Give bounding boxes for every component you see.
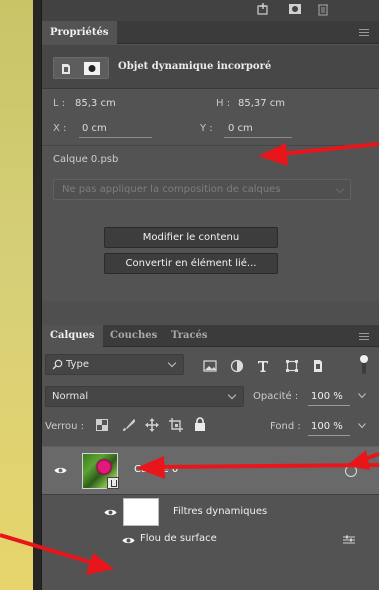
tab-paths[interactable]: Tracés (163, 325, 216, 347)
layers-panel: Calques Couches Tracés Type Normal Opaci… (42, 325, 379, 590)
smart-object-header: Objet dynamique incorporé (42, 45, 379, 89)
filter-kind-select[interactable]: Type (45, 354, 184, 375)
smart-object-type: Objet dynamique incorporé (118, 61, 272, 72)
lock-position-icon[interactable] (145, 418, 159, 432)
x-underline (79, 137, 152, 138)
filter-mask-thumbnail[interactable] (123, 498, 159, 526)
layers-tabbar: Calques Couches Tracés (42, 325, 379, 347)
trash-icon[interactable] (316, 2, 330, 16)
filter-row-surface-blur[interactable]: Flou de surface (42, 528, 379, 552)
smart-object-badge-icon (107, 477, 119, 489)
blend-mode-select[interactable]: Normal (45, 386, 244, 407)
smart-filters-label: Filtres dynamiques (173, 506, 268, 517)
file-name: Calque 0.psb (53, 154, 119, 165)
convert-linked-button[interactable]: Convertir en élément lié... (104, 253, 278, 274)
image-filter-icon[interactable] (203, 359, 217, 373)
opacity-label: Opacité : (253, 391, 299, 402)
width-value[interactable]: 85,3 cm (75, 98, 116, 109)
opacity-underline (308, 405, 350, 406)
dock-edge-strip (33, 0, 42, 590)
chevron-down-icon (227, 390, 237, 400)
lock-transparent-pixels-icon[interactable] (96, 419, 108, 431)
layer-mask-icon (84, 62, 100, 75)
smart-filters-row[interactable]: Filtres dynamiques (42, 496, 379, 528)
layer-name[interactable]: Calque 0 (134, 464, 178, 475)
height-value[interactable]: 85,37 cm (238, 98, 285, 109)
blending-options-icon[interactable] (343, 535, 355, 545)
opacity-value[interactable]: 100 % (311, 391, 343, 402)
chevron-down-icon (335, 184, 345, 194)
visibility-eye-icon[interactable] (54, 466, 67, 475)
lock-all-icon[interactable] (194, 417, 206, 431)
visibility-eye-icon[interactable] (122, 536, 135, 545)
adjustment-filter-icon[interactable] (230, 359, 244, 373)
tab-layers[interactable]: Calques (42, 325, 103, 347)
properties-tabbar: Propriétés (42, 21, 379, 44)
y-label: Y : (200, 123, 213, 134)
filter-toggle-icon[interactable] (359, 354, 369, 374)
divider (42, 145, 379, 146)
mask-icon[interactable] (288, 2, 302, 16)
layer-row-calque-0[interactable]: Calque 0 (42, 446, 379, 495)
height-label: H : (216, 98, 231, 109)
chevron-down-icon[interactable] (358, 393, 366, 399)
y-value[interactable]: 0 cm (228, 123, 253, 134)
smart-object-badge (53, 57, 109, 79)
properties-footer (42, 301, 379, 325)
properties-panel: Propriétés Objet dynamique incorporé L :… (42, 21, 379, 325)
visibility-eye-icon[interactable] (104, 508, 117, 517)
edit-contents-button[interactable]: Modifier le contenu (104, 227, 278, 248)
blend-mode-value: Normal (52, 391, 89, 402)
chevron-down-icon (167, 358, 177, 368)
fill-label: Fond : (270, 421, 301, 432)
new-layer-icon[interactable] (256, 2, 270, 16)
search-icon (52, 359, 63, 370)
smart-object-filter-icon[interactable] (311, 359, 325, 373)
x-value[interactable]: 0 cm (82, 123, 107, 134)
shape-filter-icon[interactable] (285, 359, 299, 373)
layers-menu-icon[interactable] (359, 333, 369, 340)
fill-value[interactable]: 100 % (311, 421, 343, 432)
layer-comp-placeholder: Ne pas appliquer la composition de calqu… (62, 184, 281, 195)
tab-properties[interactable]: Propriétés (42, 21, 117, 44)
layer-comp-select: Ne pas appliquer la composition de calqu… (53, 179, 351, 200)
lock-label: Verrou : (45, 421, 85, 432)
top-toolbar (42, 0, 379, 21)
width-label: L : (53, 98, 66, 109)
text-filter-icon[interactable] (256, 359, 270, 373)
lock-image-pixels-icon[interactable] (122, 418, 135, 432)
smart-object-icon (62, 64, 70, 74)
filter-name[interactable]: Flou de surface (140, 533, 217, 544)
panel-menu-icon[interactable] (359, 29, 369, 36)
tab-channels[interactable]: Couches (102, 325, 165, 347)
y-underline (224, 137, 292, 138)
smart-filter-indicator-icon[interactable] (345, 465, 357, 477)
fill-underline (308, 435, 350, 436)
x-label: X : (53, 123, 67, 134)
chevron-down-icon[interactable] (358, 423, 366, 429)
filter-kind-value: Type (66, 359, 89, 370)
lock-artboard-icon[interactable] (169, 418, 183, 432)
